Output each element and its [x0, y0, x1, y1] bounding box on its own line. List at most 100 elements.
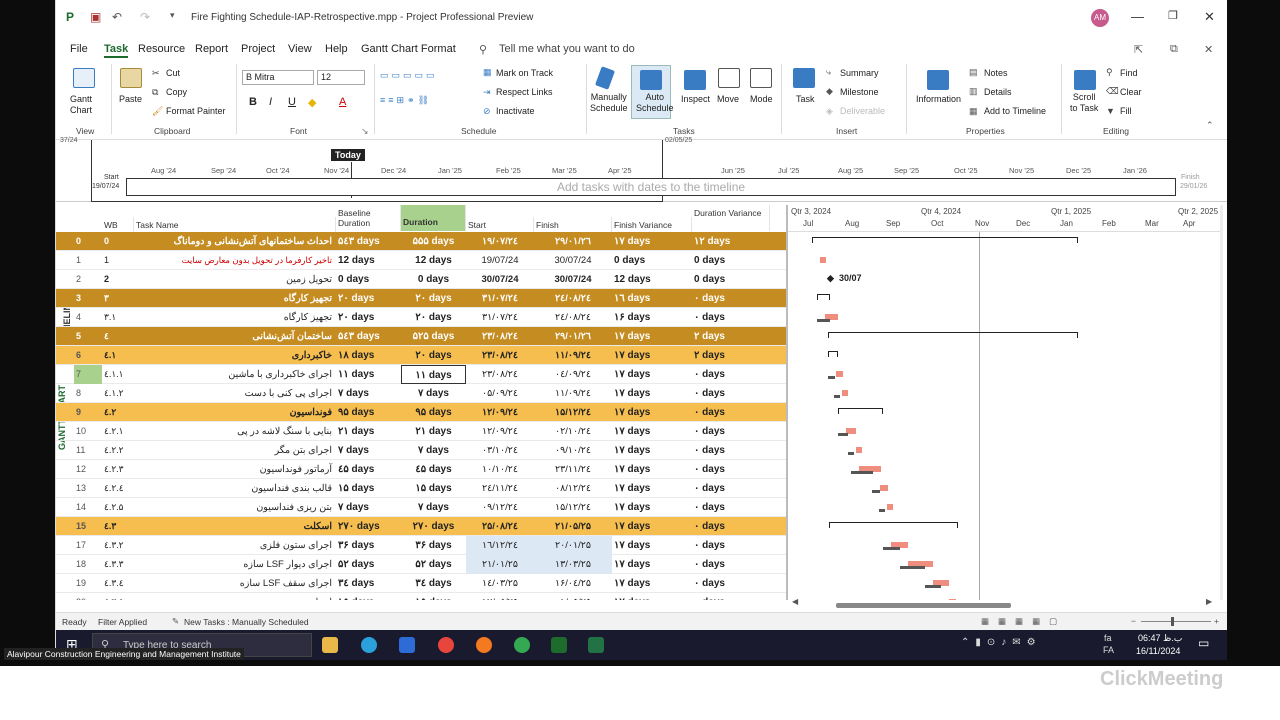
telegram-icon[interactable]: [361, 637, 377, 653]
finish-cell[interactable]: ۰۱/۰۵/۲۵: [534, 593, 612, 600]
save-icon[interactable]: ▣: [90, 10, 104, 24]
duration-variance-cell[interactable]: ۰ days: [692, 574, 770, 593]
start-cell[interactable]: ۲۳/۰۸/۲٤: [466, 346, 534, 365]
finish-cell[interactable]: ۰۲/۱۰/۲٤: [534, 422, 612, 441]
table-row[interactable]: 15 ٤.۳ اسکلت ۲۷۰ days ۲۷۰ days ۲۵/۰۸/۲٤ ۲۱/۰۵/…: [56, 517, 786, 536]
finish-variance-cell[interactable]: ۱۷ days: [612, 441, 692, 460]
finish-cell[interactable]: ۱۵/۱۲/۲٤: [534, 498, 612, 517]
zoom-slider[interactable]: [1141, 621, 1211, 622]
manually-schedule-icon[interactable]: [595, 66, 615, 90]
customize-toolbar-icon[interactable]: ▾: [170, 10, 184, 24]
gantt-summary-bar[interactable]: [812, 237, 1078, 243]
finish-cell[interactable]: ۰۸/۱۲/۲٤: [534, 479, 612, 498]
cut-button[interactable]: Cut: [166, 68, 180, 78]
timeline-bar[interactable]: Add tasks with dates to the timeline: [126, 178, 1176, 196]
task-name-cell[interactable]: ساختمان آتش‌نشانی: [134, 327, 334, 346]
task-name-cell[interactable]: بنایی با سنگ لاشه در پی: [134, 422, 334, 441]
status-filter[interactable]: Filter Applied: [98, 617, 147, 627]
inspect-icon[interactable]: [684, 70, 706, 90]
wbs-cell[interactable]: ٤.۲.۱: [102, 422, 134, 441]
gantt-baseline-bar[interactable]: [834, 395, 840, 398]
task-name-cell[interactable]: قالب بندی فنداسیون: [134, 479, 334, 498]
baseline-duration-cell[interactable]: ۱۸ days: [336, 346, 399, 365]
gantt-baseline-bar[interactable]: [817, 319, 830, 322]
table-row[interactable]: 7 ٤.۱.۱ اجرای خاکبرداری با ماشین ۱۱ days ۱۱ …: [56, 365, 786, 384]
table-row[interactable]: 11 ٤.۲.۲ اجرای بتن مگر ۷ days ۷ days ۰۳/۱۰/۲٤…: [56, 441, 786, 460]
task-name-cell[interactable]: اجرای خاکبرداری با ماشین: [134, 365, 334, 384]
wbs-cell[interactable]: ٤.۳.٤: [102, 574, 134, 593]
start-cell[interactable]: ۱۷/۰٤/۲۵: [466, 593, 534, 600]
taskbar-date[interactable]: 16/11/2024: [1136, 646, 1180, 656]
table-row[interactable]: 18 ٤.۳.۳ اجرای دیوار LSF سازه ۵۲ days ۵۲ day…: [56, 555, 786, 574]
scroll-right-icon[interactable]: ▶: [1206, 597, 1212, 606]
finish-variance-cell[interactable]: ۱۷ days: [612, 479, 692, 498]
baseline-duration-cell[interactable]: ۱۵ days: [336, 593, 399, 600]
gantt-task-bar[interactable]: [887, 504, 893, 510]
baseline-duration-cell[interactable]: ۵۲ days: [336, 555, 399, 574]
mode-button[interactable]: Mode: [750, 94, 773, 104]
table-row[interactable]: 5 ٤ ساختمان آتش‌نشانی ۵٤۳ days ۵۲۵ days ۲۳/۰۸…: [56, 327, 786, 346]
finish-cell[interactable]: ۰۹/۱۰/۲٤: [534, 441, 612, 460]
duration-cell[interactable]: 12 days: [401, 251, 466, 270]
start-cell[interactable]: ۱۰/۱۰/۲٤: [466, 460, 534, 479]
baseline-duration-cell[interactable]: ۳٤ days: [336, 574, 399, 593]
task-name-cell[interactable]: احداث ساختمانهای آتش‌نشانی و دوماناگ: [134, 232, 334, 251]
finish-cell[interactable]: ۱۱/۰۹/۲٤: [534, 346, 612, 365]
duration-variance-cell[interactable]: ۰ days: [692, 536, 770, 555]
information-button[interactable]: Information: [916, 94, 961, 104]
task-name-cell[interactable]: اجرای تیر ریزی و ...: [134, 593, 334, 600]
tell-me-input[interactable]: Tell me what you want to do: [499, 43, 635, 55]
font-color-button[interactable]: A: [339, 96, 346, 108]
chrome-icon[interactable]: [438, 637, 454, 653]
finish-cell[interactable]: ۱۳/۰۳/۲۵: [534, 555, 612, 574]
task-name-cell[interactable]: بتن ریزی فنداسیون: [134, 498, 334, 517]
bold-button[interactable]: B: [249, 96, 257, 108]
finish-variance-cell[interactable]: ۱۷ days: [612, 422, 692, 441]
add-to-timeline-button[interactable]: Add to Timeline: [984, 106, 1046, 116]
finish-cell[interactable]: ۲۳/۱۱/۲٤: [534, 460, 612, 479]
start-cell[interactable]: 30/07/24: [466, 270, 534, 289]
finish-cell[interactable]: ۲۹/۰۱/۲٦: [534, 232, 612, 251]
excel-icon[interactable]: [588, 637, 604, 653]
start-cell[interactable]: ۲۵/۰۸/۲٤: [466, 517, 534, 536]
wbs-cell[interactable]: ٤.۳: [102, 517, 134, 536]
menu-report[interactable]: Report: [195, 43, 228, 55]
task-name-cell[interactable]: فونداسیون: [134, 403, 334, 422]
notes-button[interactable]: Notes: [984, 68, 1008, 78]
baseline-duration-cell[interactable]: ۲۱ days: [336, 422, 399, 441]
finish-cell[interactable]: ۰٤/۰۹/۲٤: [534, 365, 612, 384]
wbs-cell[interactable]: 1: [102, 251, 134, 270]
finish-variance-cell[interactable]: ۱۷ days: [612, 460, 692, 479]
duration-cell[interactable]: ۵۵۵ days: [401, 232, 466, 251]
scroll-to-task-button[interactable]: Scroll to Task: [1070, 92, 1098, 114]
duration-variance-cell[interactable]: ۰ days: [692, 441, 770, 460]
gantt-summary-bar[interactable]: [828, 332, 1078, 338]
duration-cell[interactable]: ۵۲۵ days: [401, 327, 466, 346]
start-cell[interactable]: ۱۲/۰۹/۲٤: [466, 422, 534, 441]
gantt-baseline-bar[interactable]: [851, 471, 873, 474]
restore-ribbon-icon[interactable]: ⧉: [1170, 43, 1178, 56]
duration-cell[interactable]: ۳۶ days: [401, 536, 466, 555]
gantt-task-bar[interactable]: [842, 390, 848, 396]
avatar[interactable]: AM: [1091, 9, 1109, 27]
minimize-icon[interactable]: —: [1131, 9, 1144, 24]
gantt-chart-button[interactable]: Gantt Chart: [70, 94, 92, 116]
baseline-duration-cell[interactable]: ٤۵ days: [336, 460, 399, 479]
gantt-baseline-bar[interactable]: [900, 566, 925, 569]
finish-variance-cell[interactable]: ۱۷ days: [612, 574, 692, 593]
duration-variance-cell[interactable]: ۰ days: [692, 498, 770, 517]
task-icon[interactable]: [793, 68, 815, 88]
duration-cell[interactable]: ۳٤ days: [401, 574, 466, 593]
baseline-duration-cell[interactable]: ۵٤۳ days: [336, 327, 399, 346]
wbs-cell[interactable]: 0: [102, 232, 134, 251]
table-row[interactable]: 2 2 تحویل زمین 0 days 0 days 30/07/24 30/07/24…: [56, 270, 786, 289]
start-cell[interactable]: ۳۱/۰۷/۲٤: [466, 289, 534, 308]
baseline-duration-cell[interactable]: ۲۰ days: [336, 289, 399, 308]
share-icon[interactable]: ⇱: [1134, 43, 1143, 56]
menu-project[interactable]: Project: [241, 43, 275, 55]
task-name-cell[interactable]: تحویل زمین: [134, 270, 334, 289]
baseline-duration-cell[interactable]: ۵٤۳ days: [336, 232, 399, 251]
task-button[interactable]: Task: [796, 94, 815, 104]
wbs-cell[interactable]: ٤.۱.۱: [102, 365, 134, 384]
menu-view[interactable]: View: [288, 43, 312, 55]
